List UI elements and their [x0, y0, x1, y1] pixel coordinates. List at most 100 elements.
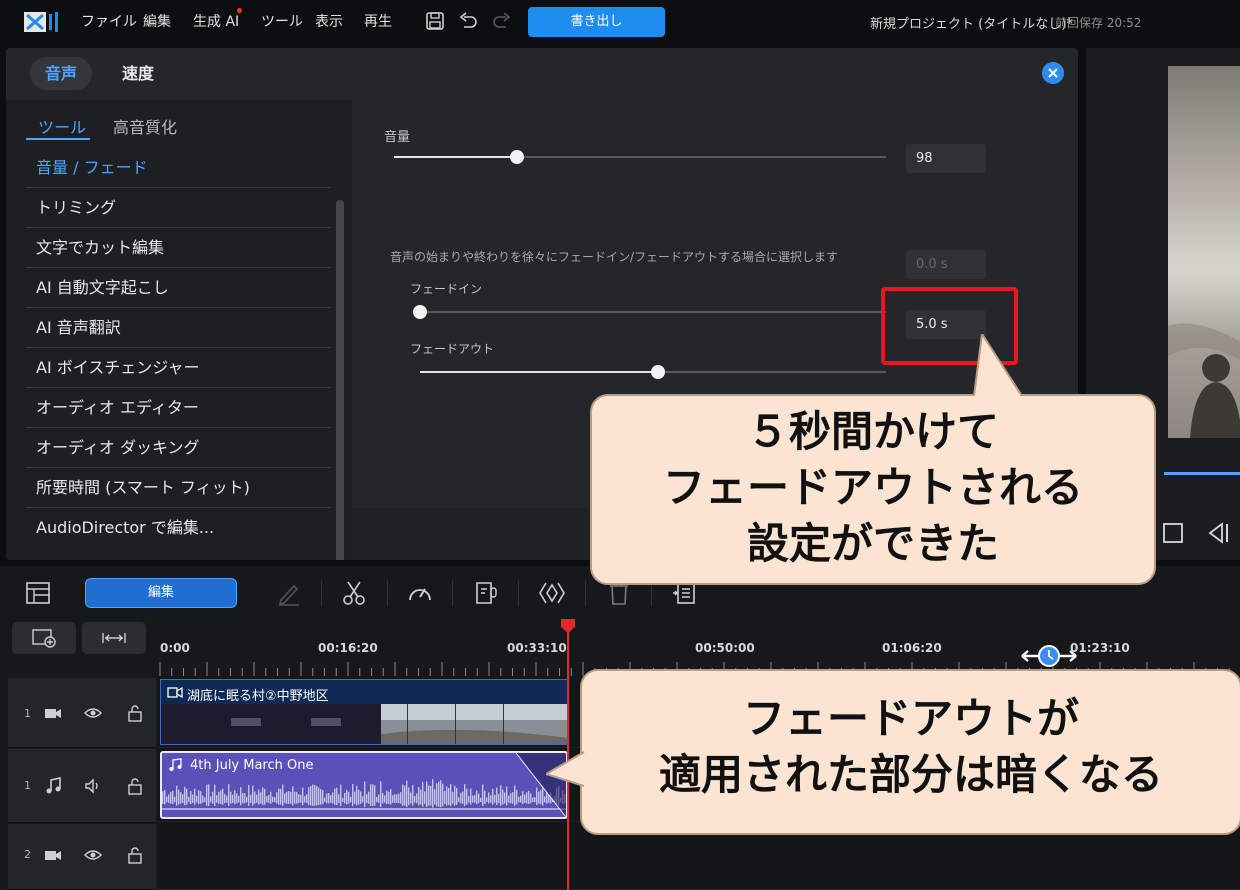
volume-slider-handle[interactable] — [510, 150, 524, 164]
fade-in-value-field[interactable]: 0.0 s — [906, 250, 986, 279]
subtab-tools[interactable]: ツール — [38, 114, 86, 138]
fade-description: 音声の始まりや終わりを徐々にフェードイン/フェードアウトする場合に選択します — [390, 250, 839, 264]
close-icon[interactable] — [1042, 62, 1064, 84]
fade-out-slider-handle[interactable] — [650, 365, 665, 379]
menu-bar: ファイル 編集 生成 AI ツール 表示 再生 書き出し 新規プロジェクト (タ… — [0, 0, 1240, 42]
tab-audio[interactable]: 音声 — [30, 57, 92, 90]
eye-icon[interactable] — [84, 704, 102, 722]
sidebar-item-text-cut-edit[interactable]: 文字でカット編集 — [26, 228, 330, 268]
fade-in-label: フェードイン — [410, 282, 483, 296]
export-button[interactable]: 書き出し — [528, 7, 665, 37]
sidebar-item-ai-transcription[interactable]: AI 自動文字起こし — [26, 268, 330, 308]
fade-out-label: フェードアウト — [410, 342, 495, 356]
speaker-icon[interactable] — [84, 777, 102, 795]
add-track-button[interactable] — [12, 622, 76, 654]
fit-timeline-button[interactable] — [82, 622, 146, 654]
zoom-handle-icon[interactable] — [1020, 644, 1078, 668]
subtab-underline — [26, 138, 90, 140]
video-camera-icon — [45, 851, 61, 860]
menu-tools[interactable]: ツール — [261, 11, 303, 31]
sidebar-item-audio-ducking[interactable]: オーディオ ダッキング — [26, 428, 330, 468]
callout-line: ５秒間かけて — [746, 407, 999, 456]
eye-icon[interactable] — [84, 846, 102, 864]
undo-icon[interactable] — [458, 11, 478, 31]
notification-dot — [237, 8, 242, 13]
volume-value-field[interactable]: 98 — [906, 144, 986, 173]
callout-fade-out-set: ５秒間かけて フェードアウトされる 設定ができた — [590, 394, 1156, 585]
playhead-marker-icon[interactable] — [560, 618, 576, 634]
stop-icon[interactable] — [1162, 522, 1184, 544]
track-header-video-2: 2 — [8, 824, 156, 890]
callout-line: 設定ができた — [746, 519, 999, 568]
sidebar-item-audio-editor[interactable]: オーディオ エディター — [26, 388, 330, 428]
callout-darkened-part: フェードアウトが 適用された部分は暗くなる — [580, 669, 1240, 835]
sidebar-scrollbar[interactable] — [336, 200, 344, 560]
panel-header: 音声 速度 — [6, 48, 1078, 100]
timeline-ruler[interactable]: 0:00 00:16:20 00:33:10 00:50:00 01:06:20… — [158, 616, 1240, 676]
time-label: 0:00 — [160, 641, 190, 655]
sidebar-item-volume-fade[interactable]: 音量 / フェード — [26, 148, 330, 188]
track-header-audio-1: 1 — [8, 749, 156, 823]
preview-progress-bar[interactable] — [1164, 472, 1240, 475]
unlock-icon[interactable] — [126, 777, 144, 795]
time-label: 01:06:20 — [882, 641, 942, 655]
unlock-icon[interactable] — [126, 704, 144, 722]
sidebar-item-smart-fit[interactable]: 所要時間 (スマート フィット) — [26, 468, 330, 508]
tab-speed[interactable]: 速度 — [106, 57, 170, 90]
redo-icon[interactable] — [492, 11, 512, 31]
voice-record-icon[interactable] — [473, 580, 499, 606]
menu-generate-ai[interactable]: 生成 AI — [193, 11, 239, 31]
toolbar-divider — [518, 580, 519, 606]
audio-clip[interactable]: 4th July March One — [160, 751, 568, 819]
sidebar-item-audiodirector[interactable]: AudioDirector で編集... — [26, 508, 330, 548]
save-icon[interactable] — [425, 11, 445, 31]
fade-in-slider-track[interactable] — [420, 311, 886, 313]
video-clip-title: 湖底に眠る村②中野地区 — [187, 689, 329, 704]
volume-slider-fill — [394, 156, 517, 158]
video-camera-icon — [45, 709, 61, 718]
menu-edit[interactable]: 編集 — [143, 11, 171, 31]
keyframe-icon[interactable] — [539, 580, 565, 606]
video-clip[interactable]: 湖底に眠る村②中野地区 — [160, 679, 568, 745]
previous-frame-icon[interactable] — [1206, 522, 1230, 544]
sidebar-item-trimming[interactable]: トリミング — [26, 188, 330, 228]
shadow-figure-icon — [1168, 323, 1240, 438]
callout-line: フェードアウトが — [742, 694, 1079, 743]
toolbar-divider — [585, 580, 586, 606]
track-number: 1 — [24, 779, 31, 792]
time-label: 00:33:10 — [507, 641, 567, 655]
callout-pointer — [973, 334, 1023, 398]
fade-out-slider-fill — [420, 371, 658, 373]
volume-label: 音量 — [384, 130, 411, 145]
subtab-high-quality[interactable]: 高音質化 — [113, 114, 177, 138]
storyboard-icon[interactable] — [25, 580, 51, 606]
menu-play[interactable]: 再生 — [364, 11, 392, 31]
last-saved-label: 前回保存 20:52 — [1055, 16, 1142, 30]
fade-in-slider-handle[interactable] — [413, 305, 427, 319]
callout-line: 適用された部分は暗くなる — [658, 750, 1163, 799]
speed-gauge-icon[interactable] — [407, 580, 433, 606]
menu-view[interactable]: 表示 — [315, 11, 343, 31]
fade-out-overlay — [515, 753, 566, 817]
project-title: 新規プロジェクト (タイトルなし)* — [870, 17, 1073, 32]
toolbar-divider — [387, 580, 388, 606]
sidebar-item-ai-translation[interactable]: AI 音声翻訳 — [26, 308, 330, 348]
scissors-icon[interactable] — [341, 580, 367, 606]
callout-pointer — [546, 751, 586, 787]
time-label: 00:50:00 — [695, 641, 755, 655]
menu-file[interactable]: ファイル — [81, 11, 137, 31]
track-headers: 1 1 2 — [0, 616, 158, 890]
app-logo-icon — [24, 12, 58, 32]
pen-icon[interactable] — [276, 580, 302, 606]
video-clip-icon — [167, 686, 183, 699]
callout-line: フェードアウトされる — [662, 463, 1083, 512]
sidebar-item-ai-voice-changer[interactable]: AI ボイスチェンジャー — [26, 348, 330, 388]
music-note-icon — [46, 777, 61, 794]
time-label: 01:23:10 — [1070, 641, 1130, 655]
edit-button[interactable]: 編集 — [85, 578, 237, 608]
unlock-icon[interactable] — [126, 846, 144, 864]
track-number: 1 — [24, 707, 31, 720]
track-header-video-1: 1 — [8, 678, 156, 748]
tool-sidebar: ツール 高音質化 音量 / フェード トリミング 文字でカット編集 AI 自動文… — [6, 100, 352, 560]
toolbar-divider — [321, 580, 322, 606]
